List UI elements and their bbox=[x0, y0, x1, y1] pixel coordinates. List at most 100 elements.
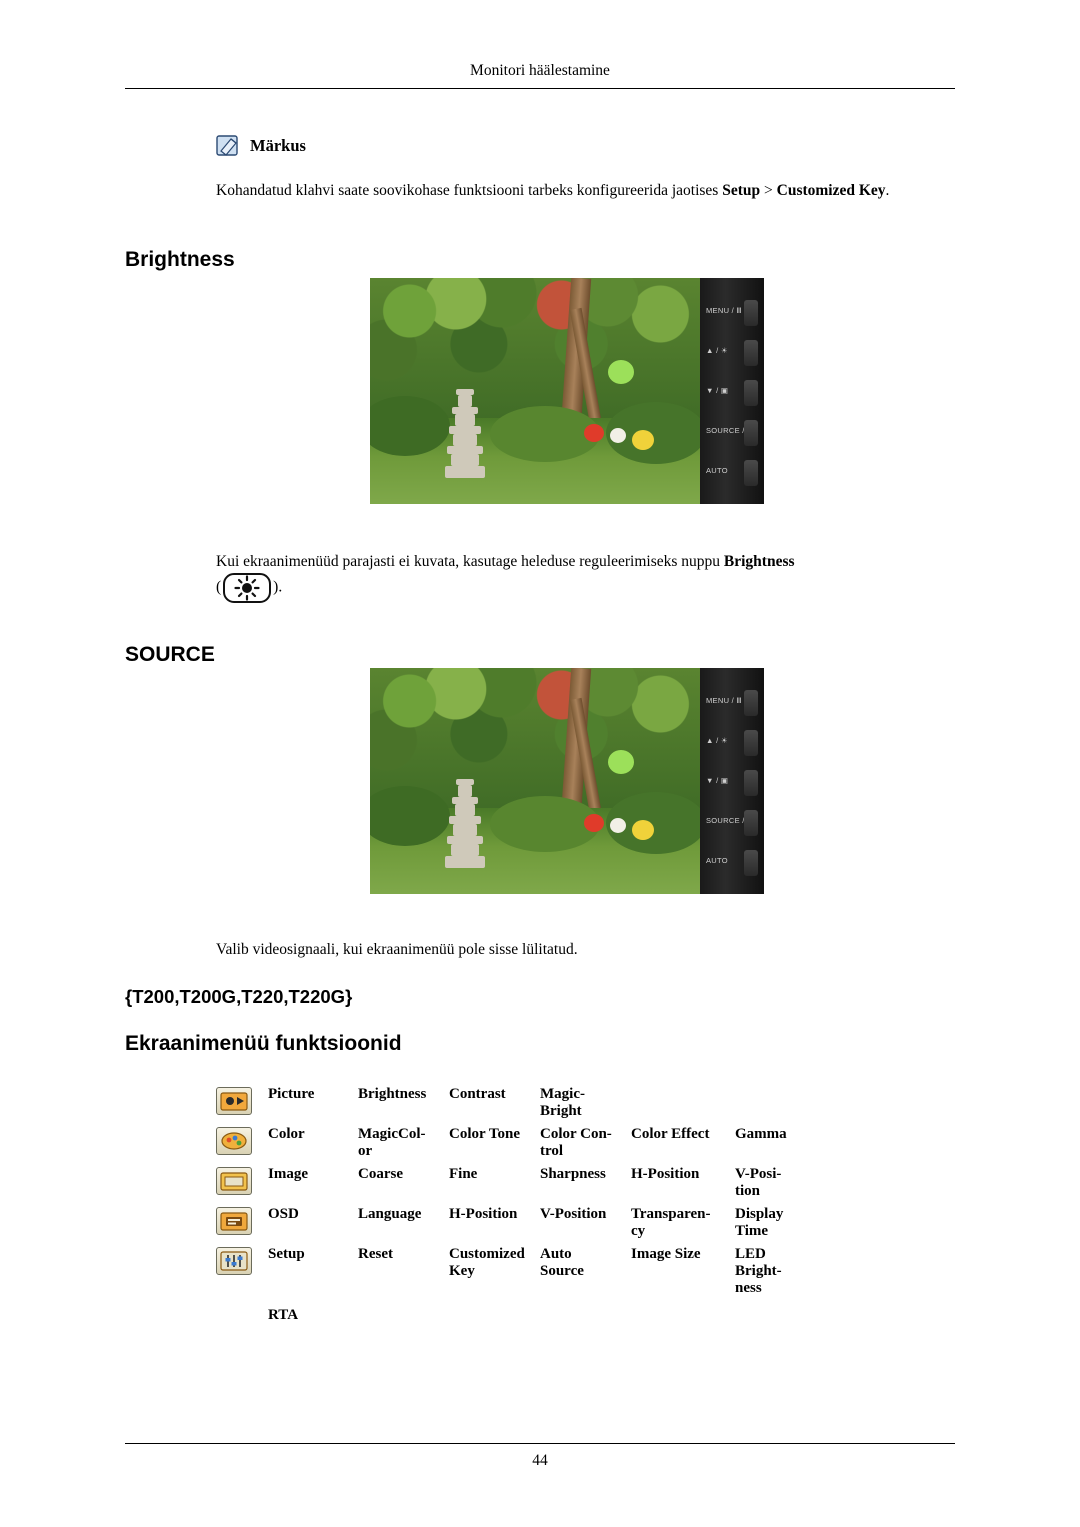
monitor-screen bbox=[370, 278, 700, 504]
color-icon bbox=[216, 1127, 252, 1155]
image-icon bbox=[216, 1167, 252, 1195]
heading-osd-functions: Ekraanimenüü funktsioonid bbox=[125, 1032, 402, 1055]
row-item: Sharpness bbox=[540, 1166, 606, 1182]
monitor-button-up-2[interactable] bbox=[744, 730, 758, 756]
monitor-button-label-menu: MENU / Ⅲ bbox=[706, 306, 742, 315]
page-number: 44 bbox=[532, 1452, 548, 1469]
monitor-button-menu-2[interactable] bbox=[744, 690, 758, 716]
osd-function-table: Picture Brightness Contrast Magic- Brigh… bbox=[216, 1086, 956, 1324]
row-item: V-Position bbox=[540, 1206, 607, 1222]
heading-brightness: Brightness bbox=[125, 248, 235, 271]
monitor-button-label-up-2: ▲ / ☀ bbox=[706, 736, 728, 745]
row-item: Contrast bbox=[449, 1086, 506, 1102]
row-item: MagicCol- or bbox=[358, 1126, 426, 1159]
row-icon-cell bbox=[216, 1166, 268, 1195]
footer-divider bbox=[125, 1443, 955, 1444]
paragraph-source: Valib videosignaali, kui ekraanimenüü po… bbox=[216, 941, 578, 958]
scene-lantern-red bbox=[584, 424, 604, 442]
setup-icon bbox=[216, 1247, 252, 1275]
table-row: Image Coarse Fine Sharpness H-Position V… bbox=[216, 1166, 956, 1200]
row-item: Gamma bbox=[735, 1126, 787, 1142]
brightness-text-3: ). bbox=[273, 578, 283, 596]
scene-pagoda-2 bbox=[442, 772, 488, 868]
note-bold-setup: Setup bbox=[722, 182, 761, 199]
row-item: V-Posi- tion bbox=[735, 1166, 782, 1199]
row-item: H-Position bbox=[631, 1166, 700, 1182]
page-header: Monitori häälestamine bbox=[470, 62, 610, 79]
brightness-text-bold: Brightness bbox=[723, 553, 795, 570]
monitor-button-down[interactable] bbox=[744, 380, 758, 406]
monitor-button-auto[interactable] bbox=[744, 460, 758, 486]
paragraph-brightness: Kui ekraanimenüüd parajasti ei kuvata, k… bbox=[216, 550, 956, 604]
monitor-image-source: MENU / Ⅲ ▲ / ☀ ▼ / ▣ SOURCE / ⏎ AUTO bbox=[370, 668, 764, 894]
row-category: Picture bbox=[268, 1086, 315, 1102]
monitor-image-brightness: MENU / Ⅲ ▲ / ☀ ▼ / ▣ SOURCE / ⏎ AUTO bbox=[370, 278, 764, 504]
rta-label: RTA bbox=[268, 1307, 299, 1323]
row-item: Language bbox=[358, 1206, 422, 1222]
row-icon-cell bbox=[216, 1246, 268, 1275]
note-text-1: Kohandatud klahvi saate soovikohase funk… bbox=[216, 182, 723, 199]
row-category: OSD bbox=[268, 1206, 299, 1222]
row-icon-cell bbox=[216, 1206, 268, 1235]
scene-lantern-white-2 bbox=[610, 818, 626, 833]
scene-lantern-green-2 bbox=[608, 750, 634, 774]
row-category: Image bbox=[268, 1166, 308, 1182]
table-row: OSD Language H-Position V-Position Trans… bbox=[216, 1206, 956, 1240]
note-body: Kohandatud klahvi saate soovikohase funk… bbox=[216, 180, 956, 202]
monitor-button-up[interactable] bbox=[744, 340, 758, 366]
scene-lantern-yellow-2 bbox=[632, 820, 654, 840]
monitor-button-label-auto-2: AUTO bbox=[706, 856, 728, 865]
monitor-screen-2 bbox=[370, 668, 700, 894]
scene-lantern-green bbox=[608, 360, 634, 384]
row-category: Color bbox=[268, 1126, 305, 1142]
row-item: Coarse bbox=[358, 1166, 403, 1182]
scene-lantern-red-2 bbox=[584, 814, 604, 832]
scene-pagoda bbox=[442, 382, 488, 478]
row-category: Setup bbox=[268, 1246, 305, 1262]
row-item: H-Position bbox=[449, 1206, 518, 1222]
monitor-button-auto-2[interactable] bbox=[744, 850, 758, 876]
monitor-button-source[interactable] bbox=[744, 420, 758, 446]
monitor-button-source-2[interactable] bbox=[744, 810, 758, 836]
monitor-button-label-auto: AUTO bbox=[706, 466, 728, 475]
note-bold-customized-key: Customized Key bbox=[776, 182, 886, 199]
monitor-bezel-2: MENU / Ⅲ ▲ / ☀ ▼ / ▣ SOURCE / ⏎ AUTO bbox=[700, 668, 764, 894]
monitor-button-label-up: ▲ / ☀ bbox=[706, 346, 728, 355]
row-item: Customized Key bbox=[449, 1246, 525, 1279]
note-text-3: . bbox=[885, 182, 890, 199]
row-item: Brightness bbox=[358, 1086, 427, 1102]
row-item: Color Con- trol bbox=[540, 1126, 612, 1159]
note-header: Märkus bbox=[216, 134, 956, 158]
row-item: Auto Source bbox=[540, 1246, 584, 1279]
brightness-text-2: ( bbox=[216, 578, 222, 596]
table-row: Setup Reset Customized Key Auto Source I… bbox=[216, 1246, 956, 1297]
header-divider bbox=[125, 88, 955, 89]
osd-icon bbox=[216, 1207, 252, 1235]
row-item: Display Time bbox=[735, 1206, 784, 1239]
note-pencil-icon bbox=[216, 134, 242, 158]
table-row: Picture Brightness Contrast Magic- Brigh… bbox=[216, 1086, 956, 1120]
note-block: Märkus Kohandatud klahvi saate soovikoha… bbox=[216, 134, 956, 202]
document-page: Monitori häälestamine Märkus Kohandatud … bbox=[0, 0, 1080, 1527]
table-row-rta: RTA bbox=[216, 1307, 956, 1324]
monitor-button-menu[interactable] bbox=[744, 300, 758, 326]
monitor-button-label-down-2: ▼ / ▣ bbox=[706, 776, 729, 785]
rta-icon-spacer bbox=[216, 1307, 268, 1324]
monitor-button-label-menu-2: MENU / Ⅲ bbox=[706, 696, 742, 705]
brightness-button-icon bbox=[223, 573, 272, 604]
row-item: Image Size bbox=[631, 1246, 701, 1262]
note-title: Märkus bbox=[250, 136, 306, 155]
row-item: Reset bbox=[358, 1246, 393, 1262]
brightness-text-1: Kui ekraanimenüüd parajasti ei kuvata, k… bbox=[216, 553, 724, 570]
row-item: Fine bbox=[449, 1166, 478, 1182]
heading-source: SOURCE bbox=[125, 643, 215, 666]
note-text-2: > bbox=[760, 182, 777, 199]
picture-icon bbox=[216, 1087, 252, 1115]
row-icon-cell bbox=[216, 1126, 268, 1155]
monitor-button-label-down: ▼ / ▣ bbox=[706, 386, 729, 395]
scene-lantern-yellow bbox=[632, 430, 654, 450]
table-row: Color MagicCol- or Color Tone Color Con-… bbox=[216, 1126, 956, 1160]
monitor-bezel: MENU / Ⅲ ▲ / ☀ ▼ / ▣ SOURCE / ⏎ AUTO bbox=[700, 278, 764, 504]
monitor-button-down-2[interactable] bbox=[744, 770, 758, 796]
row-item: Magic- Bright bbox=[540, 1086, 585, 1119]
